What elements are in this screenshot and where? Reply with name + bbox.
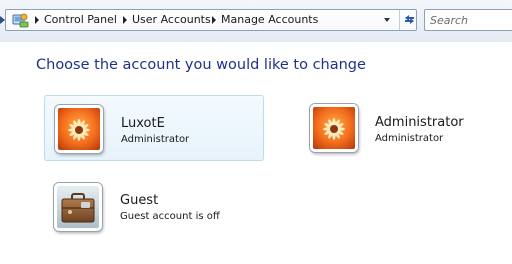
breadcrumb-separator-icon[interactable] bbox=[35, 16, 39, 24]
account-tile-luxote[interactable]: LuxotE Administrator bbox=[44, 95, 264, 161]
account-tile-administrator[interactable]: Administrator Administrator bbox=[300, 95, 512, 161]
page-title: Choose the account you would like to cha… bbox=[36, 57, 366, 73]
account-tile-guest[interactable]: Guest Guest account is off bbox=[44, 174, 264, 240]
account-type: Guest account is off bbox=[120, 211, 220, 222]
account-name[interactable]: Guest bbox=[120, 193, 158, 209]
search-input[interactable] bbox=[425, 10, 512, 30]
breadcrumb[interactable]: Control Panel User Accounts Manage Accou… bbox=[0, 9, 418, 31]
search-box[interactable] bbox=[424, 9, 512, 31]
chevron-down-icon bbox=[384, 18, 390, 22]
address-bar-area: Control Panel User Accounts Manage Accou… bbox=[0, 0, 512, 42]
breadcrumb-separator-icon[interactable] bbox=[212, 16, 216, 24]
account-name[interactable]: Administrator bbox=[375, 115, 464, 131]
breadcrumb-separator-icon[interactable] bbox=[123, 16, 127, 24]
breadcrumb-control-panel[interactable]: Control Panel bbox=[44, 13, 117, 27]
back-arrow-icon[interactable] bbox=[0, 16, 5, 24]
account-name[interactable]: LuxotE bbox=[121, 116, 165, 132]
account-type: Administrator bbox=[375, 133, 444, 144]
breadcrumb-user-accounts[interactable]: User Accounts bbox=[132, 13, 211, 27]
refresh-icon bbox=[405, 15, 414, 24]
refresh-button[interactable] bbox=[399, 10, 418, 30]
control-panel-icon[interactable] bbox=[12, 12, 29, 28]
breadcrumb-manage-accounts[interactable]: Manage Accounts bbox=[221, 13, 318, 27]
flower-icon[interactable] bbox=[55, 105, 103, 153]
briefcase-icon[interactable] bbox=[54, 183, 102, 231]
account-type: Administrator bbox=[121, 134, 190, 145]
flower-icon[interactable] bbox=[310, 104, 358, 152]
address-history-dropdown[interactable] bbox=[380, 10, 394, 30]
